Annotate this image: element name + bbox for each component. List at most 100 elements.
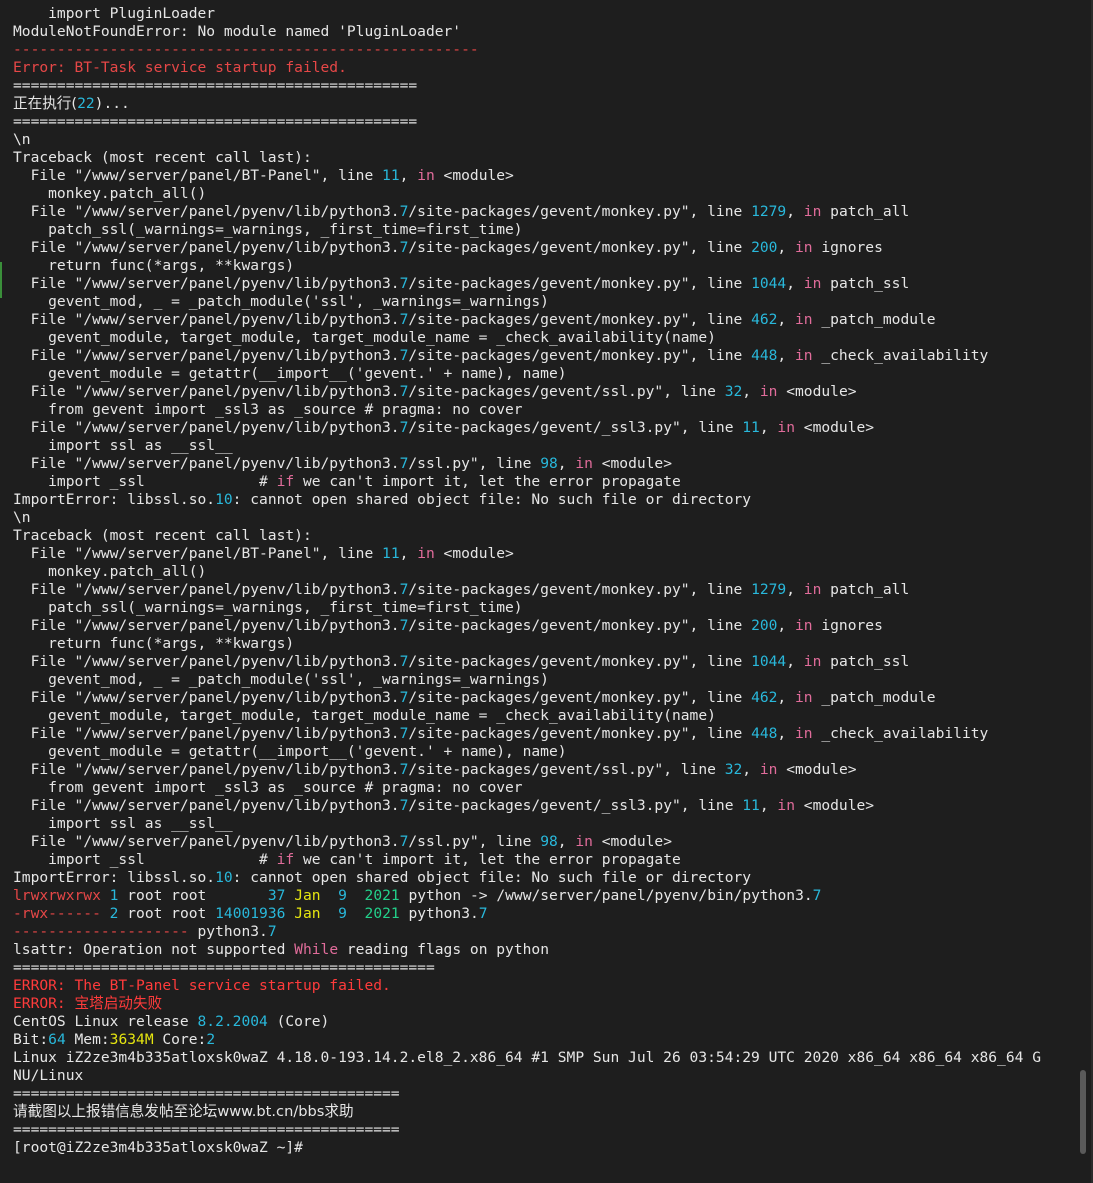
terminal-text: Jan [294, 905, 321, 922]
terminal-text: from gevent import _ssl3 as _source # pr… [13, 779, 523, 796]
scrollbar-thumb[interactable] [1080, 1070, 1086, 1154]
terminal-line: \n [13, 509, 1073, 527]
terminal-line: ========================================… [13, 113, 1073, 131]
terminal-text: lsattr: Operation not supported [13, 941, 295, 958]
terminal-text: we can't import it, let the error propag… [294, 473, 681, 490]
terminal-line: gevent_mod, _ = _patch_module('ssl', _wa… [13, 671, 1073, 689]
terminal-line: gevent_module = getattr(__import__('geve… [13, 743, 1073, 761]
terminal-text: ========================================… [13, 77, 418, 94]
terminal-text: we can't import it, let the error propag… [294, 851, 681, 868]
gutter-marker [0, 262, 2, 298]
terminal-text: in [795, 347, 813, 364]
terminal-text: File "/www/server/panel/pyenv/lib/python… [13, 689, 400, 706]
terminal-text: , [786, 203, 804, 220]
terminal-text: patch_ssl [821, 653, 910, 670]
terminal-text: While [294, 941, 339, 958]
terminal-text: gevent_module, target_module, target_mod… [13, 707, 716, 724]
terminal-line: from gevent import _ssl3 as _source # pr… [13, 779, 1073, 797]
terminal-text: in [759, 761, 778, 778]
terminal-line: File "/www/server/panel/pyenv/lib/python… [13, 761, 1073, 779]
terminal-text: import _ssl # [13, 851, 277, 868]
terminal-text: , [777, 311, 795, 328]
terminal-text: /ssl.py", line [408, 833, 541, 850]
scrollbar-track[interactable] [1079, 0, 1087, 1183]
terminal-text: in [575, 833, 593, 850]
terminal-text: /site-packages/gevent/_ssl3.py", line [408, 419, 743, 436]
terminal-text: in [803, 581, 822, 598]
terminal-text: , [759, 797, 778, 814]
terminal-text: 462 [751, 311, 778, 328]
terminal-text: 98 [540, 833, 558, 850]
terminal-line: File "/www/server/panel/pyenv/lib/python… [13, 275, 1073, 293]
terminal-text: 2021 [364, 887, 400, 904]
terminal-text: /site-packages/gevent/monkey.py", line [408, 689, 752, 706]
terminal-line: ========================================… [13, 959, 1073, 977]
terminal-text: 请截图以上报错信息发帖至论坛www.bt.cn/bbs求助 [13, 1103, 354, 1120]
terminal-output[interactable]: import PluginLoader ModuleNotFoundError: … [13, 5, 1073, 1157]
terminal-text: 22 [77, 95, 95, 112]
terminal-text: reading flags on python [338, 941, 549, 958]
terminal-text: File "/www/server/panel/pyenv/lib/python… [13, 383, 400, 400]
terminal-line: File "/www/server/panel/pyenv/lib/python… [13, 203, 1073, 221]
terminal-text: ImportError: libssl.so. [13, 869, 216, 886]
terminal-text: File "/www/server/panel/pyenv/lib/python… [13, 239, 400, 256]
terminal-text: import PluginLoader [13, 5, 216, 22]
terminal-text: -rwx------ [13, 905, 101, 922]
terminal-text: 7 [267, 923, 277, 940]
terminal-text: 1044 [751, 275, 787, 292]
terminal-text: <module> [592, 833, 672, 850]
terminal-text: /site-packages/gevent/monkey.py", line [408, 311, 752, 328]
terminal-line: ========================================… [13, 77, 1073, 95]
terminal-text: File "/www/server/panel/pyenv/lib/python… [13, 203, 400, 220]
terminal-text: : cannot open shared object file: No suc… [232, 491, 752, 508]
terminal-text: 正在执行( [13, 95, 78, 112]
terminal-text: 2 [206, 1031, 216, 1048]
terminal-text: ========================================… [13, 1121, 400, 1138]
terminal-text: <module> [777, 383, 857, 400]
terminal-line: File "/www/server/panel/pyenv/lib/python… [13, 581, 1073, 599]
terminal-text: patch_ssl [821, 275, 910, 292]
terminal-line: Error: BT-Task service startup failed. [13, 59, 1073, 77]
terminal-text: 11 [742, 419, 760, 436]
terminal-text: lrwxrwxrwx [13, 887, 101, 904]
terminal-text: <module> [592, 455, 672, 472]
terminal-text: in [803, 203, 822, 220]
terminal-text: , [777, 347, 795, 364]
terminal-text: 7 [812, 887, 822, 904]
terminal-line: monkey.patch_all() [13, 185, 1073, 203]
terminal-line: File "/www/server/panel/pyenv/lib/python… [13, 653, 1073, 671]
terminal-text: 8.2.2004 [197, 1013, 268, 1030]
terminal-text: gevent_module = getattr(__import__('geve… [13, 365, 567, 382]
terminal-line: Linux iZ2ze3m4b335atloxsk0waZ 4.18.0-193… [13, 1049, 1073, 1067]
terminal-text: /site-packages/gevent/monkey.py", line [408, 239, 752, 256]
terminal-line: ERROR: 宝塔启动失败 [13, 995, 1073, 1013]
terminal-line: lrwxrwxrwx 1 root root 37 Jan 9 2021 pyt… [13, 887, 1073, 905]
terminal-text: python3. [399, 905, 479, 922]
terminal-text: File "/www/server/panel/pyenv/lib/python… [13, 581, 400, 598]
terminal-text: File "/www/server/panel/pyenv/lib/python… [13, 653, 400, 670]
terminal-line: File "/www/server/panel/BT-Panel", line … [13, 545, 1073, 563]
terminal-text: return func(*args, **kwargs) [13, 635, 295, 652]
terminal-line: Bit:64 Mem:3634M Core:2 [13, 1031, 1073, 1049]
terminal-text: ImportError: libssl.so. [13, 491, 216, 508]
terminal-text: monkey.patch_all() [13, 563, 207, 580]
terminal-text: <module> [795, 419, 875, 436]
terminal-line: File "/www/server/panel/pyenv/lib/python… [13, 419, 1073, 437]
terminal-window[interactable]: import PluginLoader ModuleNotFoundError: … [0, 0, 1093, 1183]
terminal-text: root root [118, 905, 216, 922]
terminal-text: _check_availability [812, 347, 989, 364]
terminal-text: File "/www/server/panel/pyenv/lib/python… [13, 797, 400, 814]
terminal-text: if [276, 851, 295, 868]
terminal-text: in [777, 797, 795, 814]
terminal-line: File "/www/server/panel/pyenv/lib/python… [13, 833, 1073, 851]
terminal-line: ----------------------------------------… [13, 41, 1073, 59]
terminal-text: /site-packages/gevent/monkey.py", line [408, 203, 752, 220]
terminal-text: Jan [294, 887, 321, 904]
terminal-text: ========================================… [13, 113, 418, 130]
terminal-text: 64 [48, 1031, 66, 1048]
